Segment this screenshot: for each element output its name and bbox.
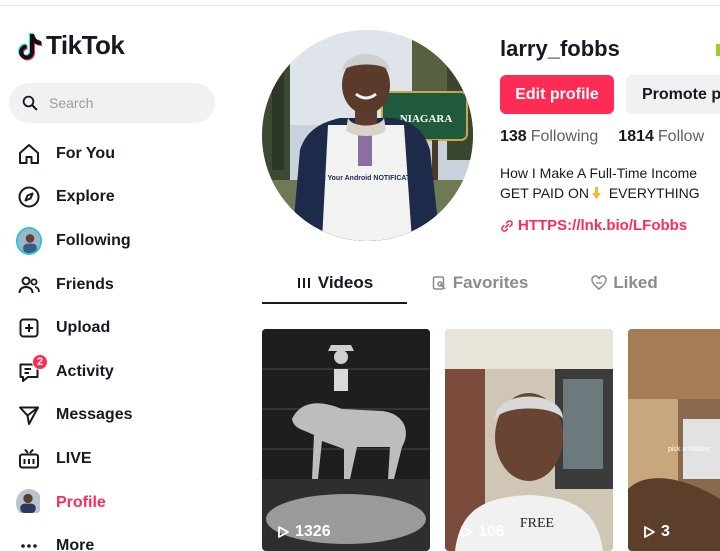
followers-count: 1814	[618, 128, 654, 145]
bio-line-2: GET PAID ON EVERYTHING	[500, 183, 700, 203]
pointing-down-icon	[590, 185, 604, 199]
activity-icon: 2	[16, 353, 48, 385]
video-card[interactable]: pick a historic 3	[628, 329, 720, 551]
tab-videos[interactable]: Videos	[262, 262, 407, 304]
sidebar-item-for-you[interactable]: For You	[0, 132, 240, 176]
sidebar-nav: For You Explore Following Friends Upload…	[0, 132, 240, 551]
view-count-value: 3	[661, 523, 670, 540]
heart-icon	[591, 275, 608, 290]
view-count: 106	[459, 523, 505, 541]
following-label: Following	[530, 128, 599, 145]
sidebar: TikTok For You Explore Fo	[0, 0, 240, 551]
view-count-value: 106	[478, 523, 505, 540]
followers-stat[interactable]: 1814 Follow	[618, 128, 704, 146]
live-icon	[16, 446, 42, 472]
sidebar-item-label: Upload	[56, 319, 111, 337]
compass-icon	[16, 184, 42, 210]
tab-label: Videos	[317, 273, 374, 292]
sidebar-item-more[interactable]: More	[0, 524, 240, 551]
view-count: 1326	[276, 523, 331, 541]
sidebar-item-label: Following	[56, 231, 131, 249]
link-icon	[501, 219, 513, 232]
sidebar-item-label: Friends	[56, 275, 114, 293]
video-card[interactable]: FREE 106	[445, 329, 613, 551]
search-icon	[22, 95, 38, 111]
sidebar-item-following[interactable]: Following	[0, 219, 240, 263]
profile-link[interactable]: HTTPS://lnk.bio/LFobbs	[500, 217, 687, 234]
profile-stats: 138 Following 1814 Follow	[500, 128, 704, 146]
tiktok-note-icon	[18, 32, 42, 60]
grid-icon	[297, 278, 310, 288]
video-thumbnail	[262, 329, 430, 551]
profile-username: larry_fobbs	[500, 36, 620, 61]
bookmark-icon	[432, 276, 446, 290]
profile-avatar	[16, 488, 42, 516]
friends-icon	[16, 272, 42, 298]
sidebar-item-label: Profile	[56, 493, 106, 511]
sidebar-item-upload[interactable]: Upload	[0, 306, 240, 350]
followers-label: Follow	[657, 128, 705, 145]
play-icon	[461, 526, 472, 538]
search-bar[interactable]	[9, 83, 215, 123]
logo-wordmark: TikTok	[46, 30, 125, 60]
tab-liked[interactable]: Liked	[552, 262, 697, 304]
sidebar-item-activity[interactable]: 2 Activity	[0, 350, 240, 394]
sidebar-item-profile[interactable]: Profile	[0, 481, 240, 525]
edit-profile-button[interactable]: Edit profile	[500, 75, 614, 114]
tiktok-logo[interactable]: TikTok	[16, 30, 125, 61]
sidebar-item-live[interactable]: LIVE	[0, 437, 240, 481]
more-icon	[16, 533, 42, 551]
bio-line-2-text: GET PAID ON	[500, 185, 589, 201]
bio-line-2-end: EVERYTHING	[604, 185, 700, 201]
video-thumbnail: FREE	[445, 329, 613, 551]
shirt-text: Check Your Android NOTIFICATIONS	[305, 175, 428, 182]
active-tab-indicator	[262, 302, 407, 304]
upload-icon	[16, 315, 42, 341]
sidebar-item-friends[interactable]: Friends	[0, 263, 240, 307]
sidebar-item-label: More	[56, 537, 95, 551]
messages-icon	[16, 402, 42, 428]
tab-label: Favorites	[452, 273, 529, 292]
promote-post-button[interactable]: Promote p	[626, 75, 720, 114]
following-stat[interactable]: 138 Following	[500, 128, 598, 146]
home-icon	[16, 141, 42, 167]
video-thumbnail	[628, 329, 720, 551]
sidebar-item-label: LIVE	[56, 449, 92, 467]
shirt-text: FREE	[520, 516, 554, 531]
sidebar-item-label: Activity	[56, 362, 114, 380]
video-overlay-caption: pick a historic	[668, 446, 711, 453]
following-count: 138	[500, 128, 527, 145]
sidebar-item-label: Messages	[56, 406, 133, 424]
bio-line-1: How I Make A Full-Time Income	[500, 165, 698, 181]
view-count: 3	[642, 523, 670, 541]
sidebar-item-label: Explore	[56, 188, 115, 206]
profile-bio: How I Make A Full-Time Income GET PAID O…	[500, 163, 700, 203]
play-icon	[278, 526, 289, 538]
tab-label: Liked	[613, 273, 658, 292]
following-avatar	[16, 226, 42, 255]
activity-badge: 2	[32, 353, 48, 370]
profile-link-text: HTTPS://lnk.bio/LFobbs	[518, 217, 688, 234]
sidebar-item-messages[interactable]: Messages	[0, 394, 240, 438]
view-count-value: 1326	[295, 523, 331, 540]
profile-photo[interactable]: NIAGARA Check Your Android NOTIFICATIONS	[262, 30, 473, 241]
video-card[interactable]: 1326	[262, 329, 430, 551]
sidebar-item-explore[interactable]: Explore	[0, 176, 240, 220]
status-indicator	[716, 44, 720, 56]
play-icon	[644, 526, 655, 538]
tab-favorites[interactable]: Favorites	[407, 262, 552, 304]
search-input[interactable]	[49, 95, 199, 111]
profile-tabs: Videos Favorites Liked	[262, 262, 720, 304]
sidebar-item-label: For You	[56, 144, 115, 162]
